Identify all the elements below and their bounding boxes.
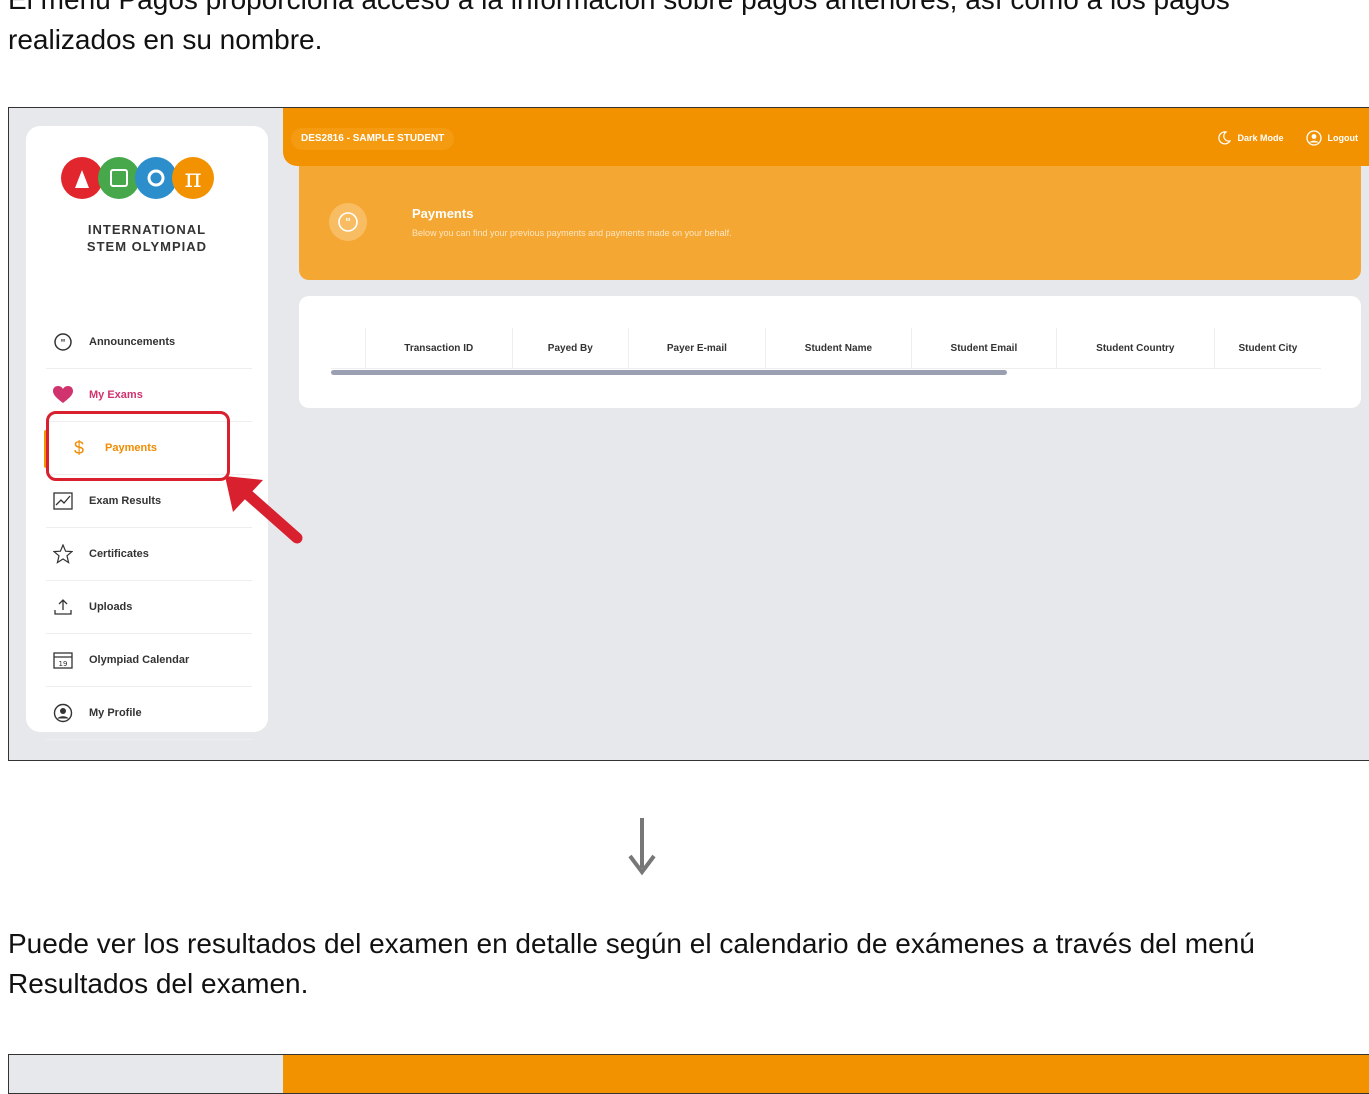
sidebar-item-label: My Exams bbox=[89, 389, 143, 401]
user-circle-icon bbox=[52, 702, 74, 724]
top-bar: DES2816 - SAMPLE STUDENT Dark Mode Logou… bbox=[283, 108, 1369, 166]
chart-line-icon bbox=[52, 490, 74, 512]
column-header-payer-email[interactable]: Payer E-mail bbox=[627, 328, 765, 368]
sidebar-item-label: Announcements bbox=[89, 336, 176, 348]
page-subtitle: Below you can find your previous payment… bbox=[412, 228, 732, 238]
olympiad-logo: π bbox=[61, 157, 214, 199]
dark-mode-toggle[interactable]: Dark Mode bbox=[1217, 130, 1284, 146]
user-circle-icon bbox=[1305, 130, 1322, 146]
calendar-icon: 19 bbox=[52, 649, 74, 671]
pointer-arrow-icon bbox=[225, 476, 303, 544]
top-bar bbox=[283, 1055, 1369, 1093]
logout-label: Logout bbox=[1327, 133, 1359, 143]
logout-button[interactable]: Logout bbox=[1305, 130, 1359, 146]
column-header-student-email[interactable]: Student Email bbox=[910, 328, 1056, 368]
arrow-down-icon bbox=[628, 818, 656, 876]
svg-text:19: 19 bbox=[59, 660, 68, 668]
svg-text:": " bbox=[60, 338, 65, 349]
sidebar-item-label: Exam Results bbox=[89, 495, 162, 507]
intro-paragraph: El menú Pagos proporciona acceso a la in… bbox=[8, 0, 1230, 55]
user-badge: DES2816 - SAMPLE STUDENT bbox=[291, 128, 455, 150]
next-paragraph: Puede ver los resultados del examen en d… bbox=[8, 928, 1255, 999]
app-screenshot-next bbox=[8, 1054, 1369, 1094]
sidebar-item-label: Certificates bbox=[89, 548, 149, 560]
table-header: Transaction ID Payed By Payer E-mail Stu… bbox=[331, 328, 1321, 369]
quote-bubble-icon: " bbox=[329, 203, 367, 241]
sidebar-item-label: Olympiad Calendar bbox=[89, 654, 190, 666]
app-screenshot: π INTERNATIONAL STEM OLYMPIAD " Announce… bbox=[8, 107, 1369, 761]
column-header-payed-by[interactable]: Payed By bbox=[511, 328, 628, 368]
column-header-student-country[interactable]: Student Country bbox=[1055, 328, 1214, 368]
dark-mode-label: Dark Mode bbox=[1237, 133, 1284, 143]
sidebar: π INTERNATIONAL STEM OLYMPIAD " Announce… bbox=[26, 126, 268, 740]
svg-text:π: π bbox=[184, 164, 201, 194]
quote-bubble-icon: " bbox=[52, 331, 74, 353]
horizontal-scrollbar[interactable] bbox=[331, 370, 1007, 375]
sidebar-item-label: My Profile bbox=[89, 707, 142, 719]
column-header-student-city[interactable]: Student City bbox=[1213, 328, 1321, 368]
heart-icon bbox=[52, 384, 74, 406]
column-header-select[interactable] bbox=[331, 328, 365, 368]
sidebar-item-olympiad-calendar[interactable]: 19 Olympiad Calendar bbox=[46, 634, 252, 687]
star-icon bbox=[52, 543, 74, 565]
sidebar-item-label: Uploads bbox=[89, 601, 133, 613]
column-header-transaction-id[interactable]: Transaction ID bbox=[364, 328, 512, 368]
highlight-box bbox=[46, 411, 230, 481]
sidebar-item-uploads[interactable]: Uploads bbox=[46, 581, 252, 634]
svg-text:": " bbox=[345, 216, 351, 229]
column-header-student-name[interactable]: Student Name bbox=[764, 328, 911, 368]
upload-icon bbox=[52, 596, 74, 618]
logo-text: INTERNATIONAL STEM OLYMPIAD bbox=[86, 222, 208, 254]
moon-icon bbox=[1218, 131, 1232, 145]
sidebar-item-announcements[interactable]: " Announcements bbox=[46, 316, 252, 369]
payments-table-card: Transaction ID Payed By Payer E-mail Stu… bbox=[299, 296, 1361, 408]
page-header-banner: " Payments Below you can find your previ… bbox=[299, 166, 1361, 280]
page-title: Payments bbox=[412, 206, 474, 221]
sidebar-item-my-profile[interactable]: My Profile bbox=[46, 687, 252, 740]
